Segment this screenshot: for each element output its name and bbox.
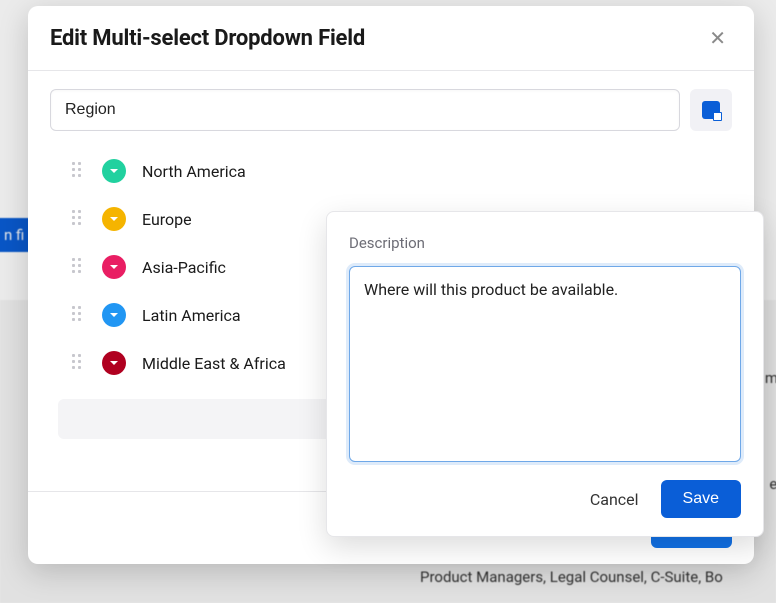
save-button[interactable]: Save — [661, 480, 741, 518]
option-label: Middle East & Africa — [142, 354, 286, 373]
option-color-swatch — [102, 255, 126, 279]
description-popover: Description Cancel Save — [326, 211, 764, 537]
close-icon[interactable]: ✕ — [705, 24, 730, 52]
drag-handle-icon[interactable] — [72, 162, 86, 180]
option-row[interactable]: North America — [72, 159, 732, 183]
field-name-input[interactable] — [50, 89, 680, 131]
drag-handle-icon[interactable] — [72, 258, 86, 276]
drag-handle-icon[interactable] — [72, 354, 86, 372]
description-textarea[interactable] — [349, 266, 741, 462]
option-label: Asia-Pacific — [142, 258, 226, 277]
drag-handle-icon[interactable] — [72, 306, 86, 324]
option-color-swatch — [102, 159, 126, 183]
description-label: Description — [349, 234, 741, 252]
option-color-swatch — [102, 303, 126, 327]
modal-title: Edit Multi-select Dropdown Field — [50, 26, 365, 51]
option-color-swatch — [102, 351, 126, 375]
edit-field-modal: Edit Multi-select Dropdown Field ✕ North… — [28, 6, 754, 564]
drag-handle-icon[interactable] — [72, 210, 86, 228]
modal-header: Edit Multi-select Dropdown Field ✕ — [28, 6, 754, 71]
note-icon — [702, 101, 720, 119]
option-color-swatch — [102, 207, 126, 231]
option-label: Europe — [142, 210, 192, 229]
modal-body: North America Europe Asia-Pacific Latin … — [28, 71, 754, 491]
option-label: North America — [142, 162, 246, 181]
field-color-button[interactable] — [690, 89, 732, 131]
cancel-button[interactable]: Cancel — [590, 490, 639, 509]
option-label: Latin America — [142, 306, 241, 325]
